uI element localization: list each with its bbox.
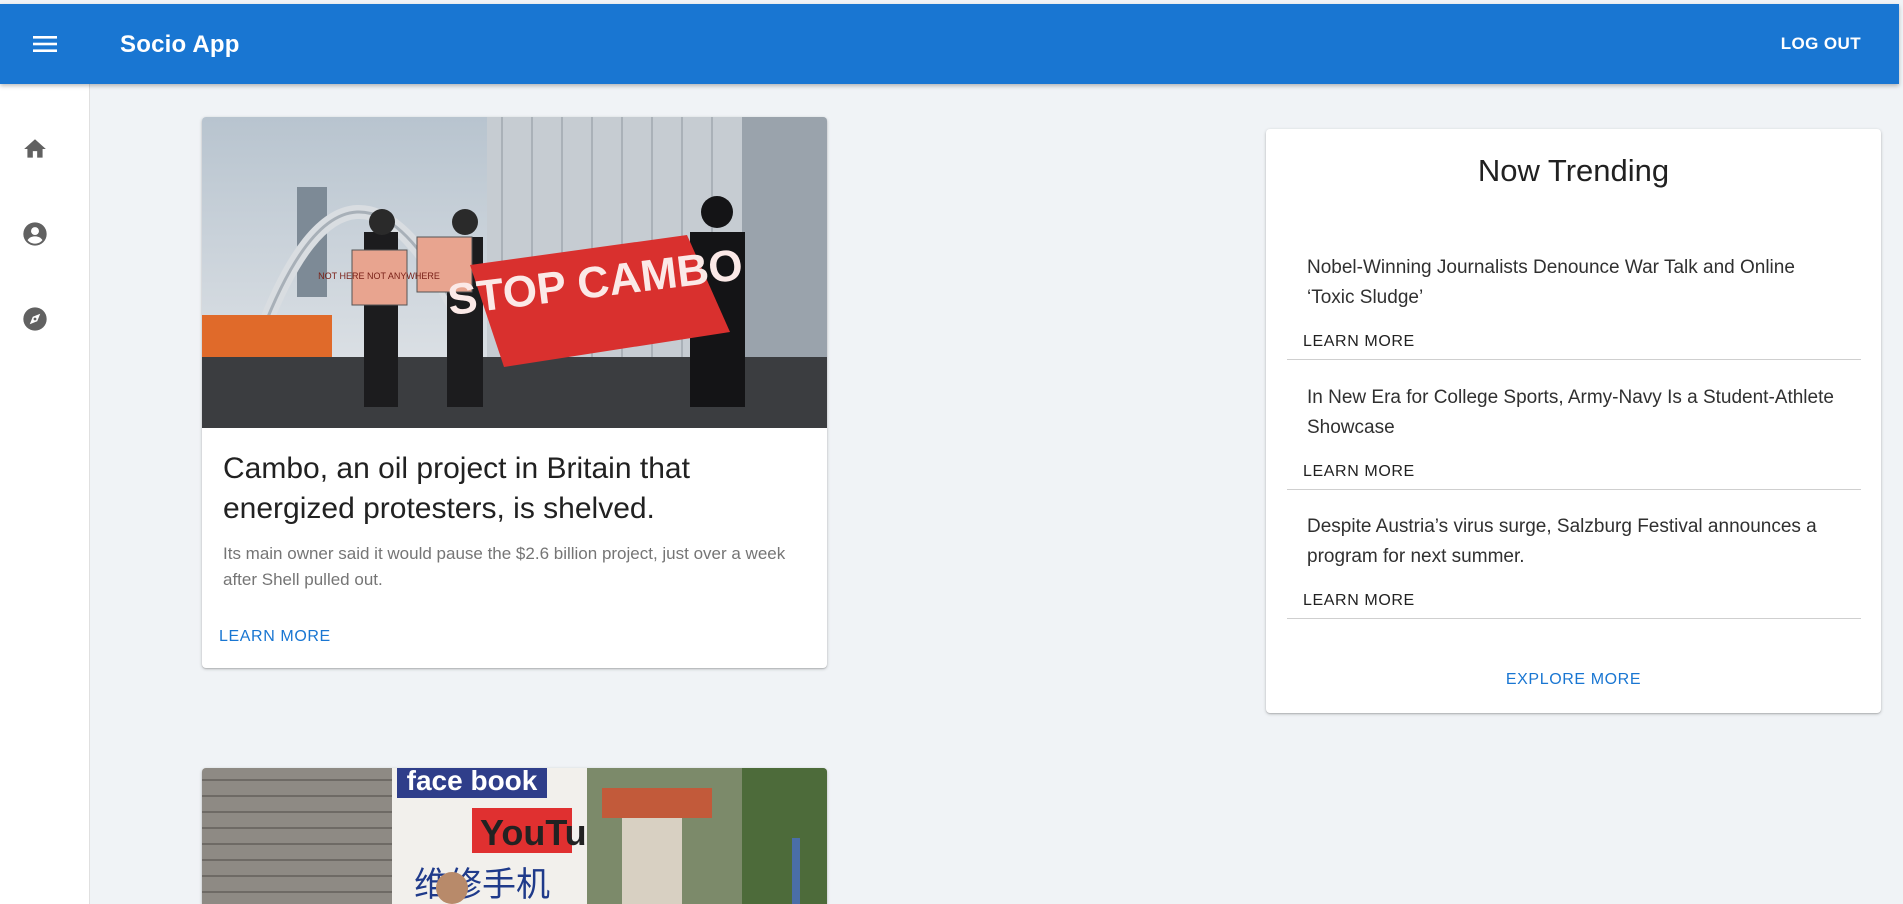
news-card-description: Its main owner said it would pause the $… bbox=[223, 544, 786, 589]
explore-more-button[interactable]: EXPLORE MORE bbox=[1266, 671, 1881, 689]
learn-more-button[interactable]: LEARN MORE bbox=[1303, 463, 1415, 481]
learn-more-button[interactable]: LEARN MORE bbox=[1303, 592, 1415, 610]
news-card: face book YouTube 维修手机 bbox=[202, 768, 827, 904]
learn-more-button[interactable]: LEARN MORE bbox=[1303, 333, 1415, 351]
trending-headline[interactable]: Nobel-Winning Journalists Denounce War T… bbox=[1307, 253, 1847, 313]
trending-item: Despite Austria’s virus surge, Salzburg … bbox=[1287, 512, 1861, 619]
home-icon[interactable] bbox=[20, 134, 50, 164]
learn-more-button[interactable]: LEARN MORE bbox=[219, 628, 331, 646]
news-card: NOT HERE NOT ANYWHERE STOP CAMBO Cambo, … bbox=[202, 117, 827, 668]
menu-icon[interactable] bbox=[24, 26, 66, 62]
explore-icon[interactable] bbox=[20, 304, 50, 334]
account-circle-icon[interactable] bbox=[20, 219, 50, 249]
sidebar bbox=[0, 84, 90, 904]
facebook-sign-text: face book bbox=[407, 768, 538, 796]
news-card-image[interactable]: NOT HERE NOT ANYWHERE STOP CAMBO bbox=[202, 117, 827, 428]
trending-panel: Now Trending Nobel-Winning Journalists D… bbox=[1266, 129, 1881, 713]
app-title: Socio App bbox=[120, 31, 240, 58]
placard-text: NOT HERE NOT ANYWHERE bbox=[318, 271, 440, 281]
trending-headline[interactable]: In New Era for College Sports, Army-Navy… bbox=[1307, 383, 1847, 443]
app-bar: Socio App LOG OUT bbox=[0, 4, 1899, 84]
trending-item: Nobel-Winning Journalists Denounce War T… bbox=[1287, 253, 1861, 360]
news-card-title[interactable]: Cambo, an oil project in Britain that en… bbox=[223, 449, 803, 529]
logout-button[interactable]: LOG OUT bbox=[1781, 34, 1861, 54]
trending-item: In New Era for College Sports, Army-Navy… bbox=[1287, 383, 1861, 490]
phone-repair-sign-text: 维修手机 bbox=[414, 865, 550, 904]
news-card-image[interactable]: face book YouTube 维修手机 bbox=[202, 768, 827, 904]
trending-title: Now Trending bbox=[1477, 153, 1670, 188]
trending-headline[interactable]: Despite Austria’s virus surge, Salzburg … bbox=[1307, 512, 1847, 572]
